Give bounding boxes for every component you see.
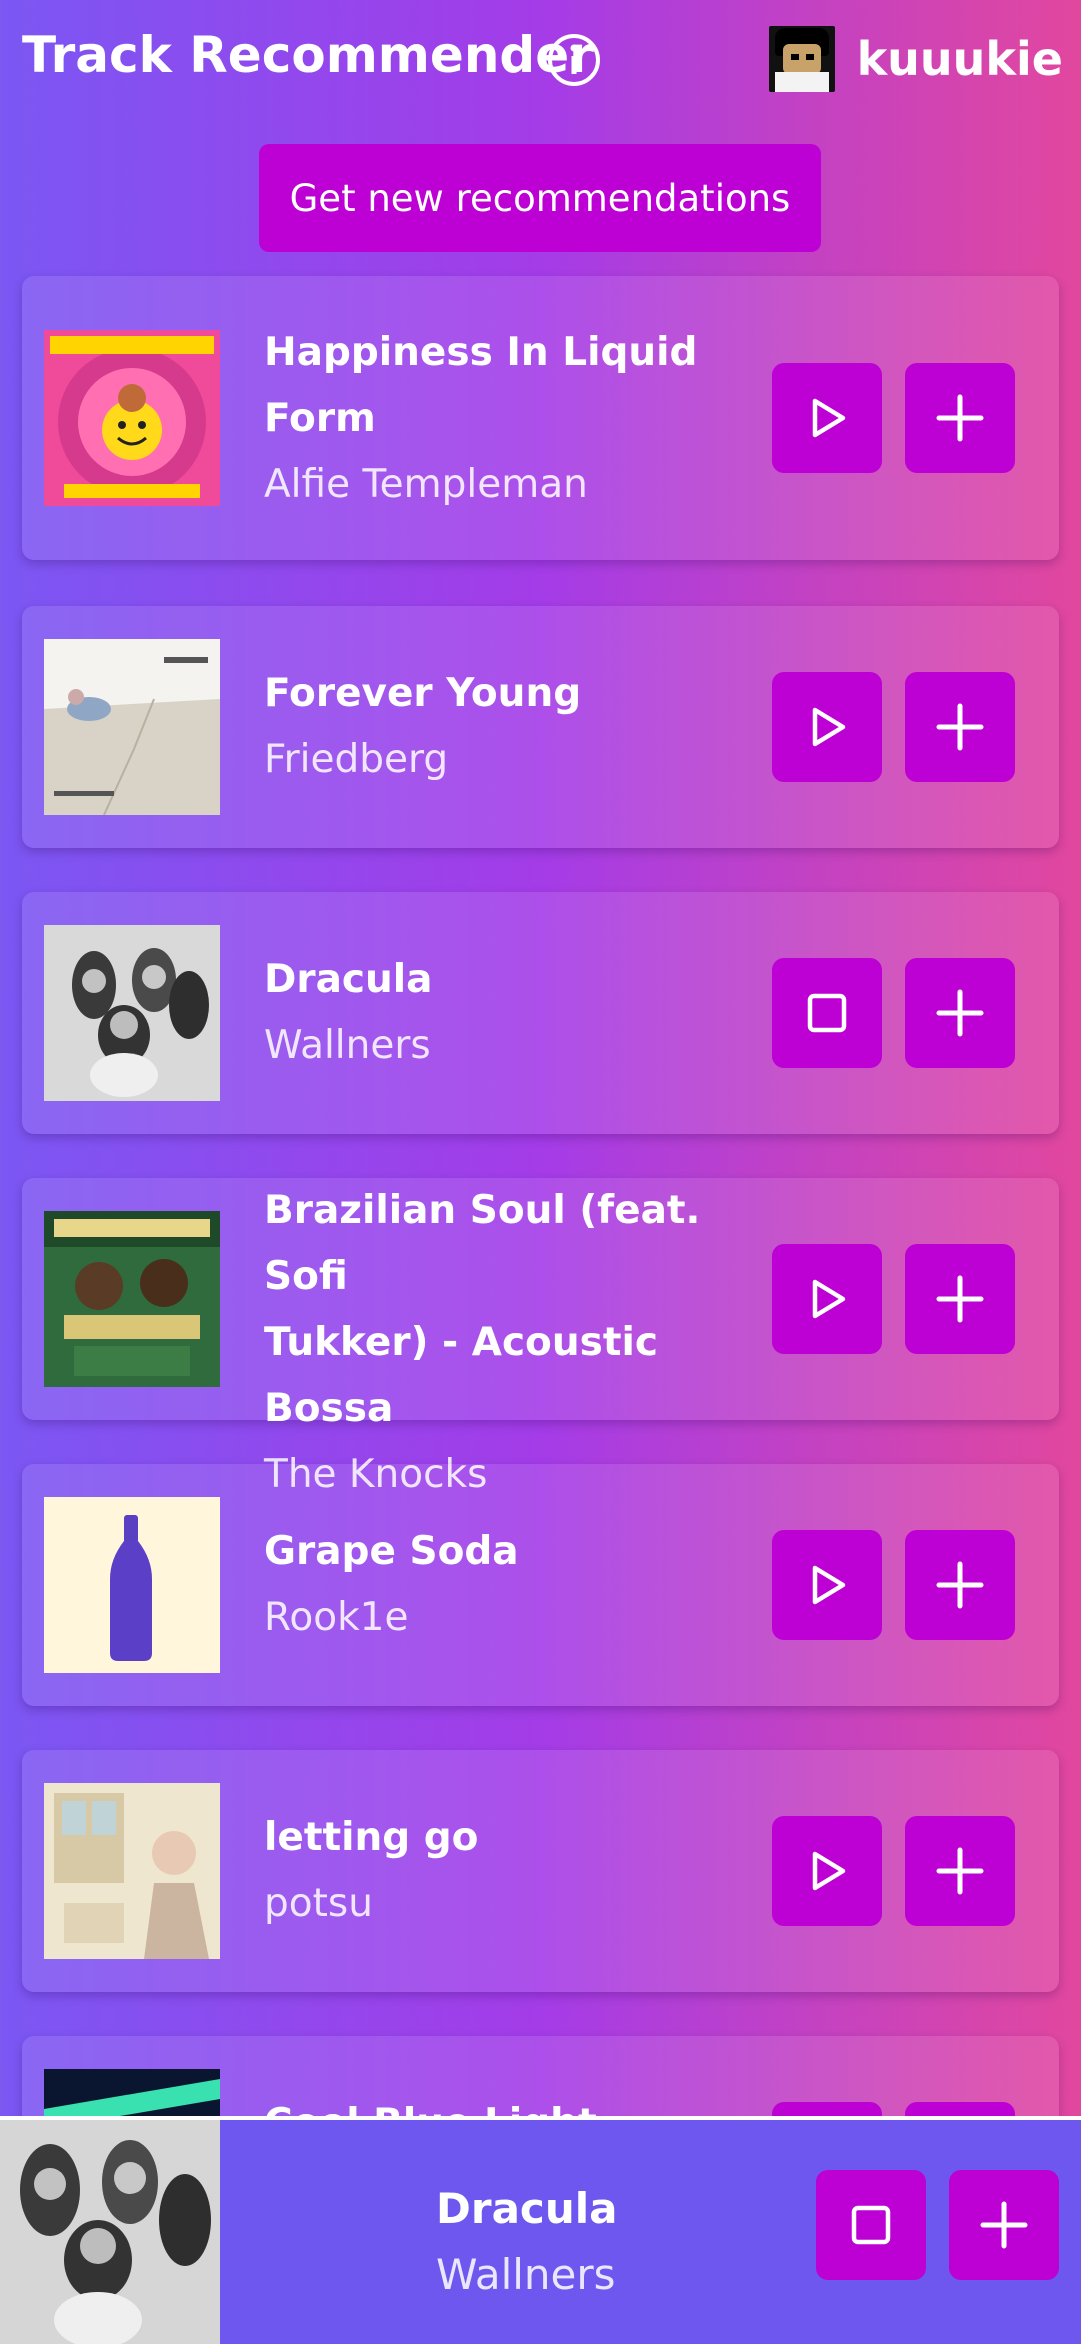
add-to-playlist-button[interactable]: [905, 363, 1015, 473]
plus-icon: [936, 989, 984, 1037]
plus-icon: [936, 703, 984, 751]
play-button[interactable]: [772, 1244, 882, 1354]
now-playing-add-button[interactable]: [949, 2170, 1059, 2280]
track-title: Dracula: [264, 957, 433, 1002]
track-card: Brazilian Soul (feat. Sofi Tukker) - Acou…: [22, 1178, 1059, 1497]
stop-icon: [851, 2205, 891, 2245]
track-card: Grape Soda Rook1e: [22, 1464, 1059, 1706]
track-info: Dracula Wallners: [264, 947, 770, 1079]
now-playing-title: Dracula: [436, 2184, 618, 2233]
add-to-playlist-button[interactable]: [905, 1816, 1015, 1926]
track-card: Happiness In Liquid Form Alfie Templeman: [22, 276, 1059, 560]
play-button[interactable]: [772, 363, 882, 473]
user-profile[interactable]: kuuukie: [768, 24, 1063, 94]
info-icon[interactable]: [546, 32, 602, 88]
track-card: Forever Young Friedberg: [22, 606, 1059, 848]
play-button[interactable]: [772, 1816, 882, 1926]
add-to-playlist-button[interactable]: [905, 958, 1015, 1068]
now-playing-artist: Wallners: [436, 2250, 616, 2299]
album-art: [44, 639, 220, 815]
plus-icon: [936, 394, 984, 442]
play-icon: [812, 1851, 846, 1891]
add-to-playlist-button[interactable]: [905, 1244, 1015, 1354]
play-icon: [812, 398, 846, 438]
plus-icon: [980, 2201, 1028, 2249]
plus-icon: [936, 1561, 984, 1609]
play-icon: [812, 707, 846, 747]
plus-icon: [936, 1847, 984, 1895]
avatar: [768, 26, 835, 92]
now-playing-album-art: [0, 2120, 220, 2344]
track-artist: potsu: [264, 1881, 373, 1926]
track-info: Happiness In Liquid Form Alfie Templeman: [264, 320, 770, 518]
track-title: Brazilian Soul (feat. Sofi Tukker) - Acou…: [264, 1188, 701, 1431]
album-art: [44, 1783, 220, 1959]
add-to-playlist-button[interactable]: [905, 1530, 1015, 1640]
track-artist: Alfie Templeman: [264, 462, 588, 507]
plus-icon: [936, 1275, 984, 1323]
username: kuuukie: [856, 32, 1063, 86]
now-playing-info: Dracula Wallners: [436, 2176, 796, 2308]
track-card: Dracula Wallners: [22, 892, 1059, 1134]
play-button[interactable]: [772, 672, 882, 782]
stop-icon: [807, 993, 847, 1033]
play-icon: [812, 1565, 846, 1605]
track-info: letting go potsu: [264, 1805, 770, 1937]
app-title: Track Recommender: [22, 26, 594, 84]
album-art: [44, 1497, 220, 1673]
track-info: Brazilian Soul (feat. Sofi Tukker) - Acou…: [264, 1178, 770, 1508]
track-title: Grape Soda: [264, 1529, 519, 1574]
app-header: Track Recommender kuuukie: [0, 0, 1081, 120]
track-title: Happiness In Liquid Form: [264, 330, 698, 441]
track-info: Grape Soda Rook1e: [264, 1519, 770, 1651]
play-button[interactable]: [772, 1530, 882, 1640]
album-art: [44, 925, 220, 1101]
track-title: Forever Young: [264, 671, 582, 716]
stop-button[interactable]: [772, 958, 882, 1068]
add-to-playlist-button[interactable]: [905, 672, 1015, 782]
now-playing-bar: Dracula Wallners: [0, 2116, 1081, 2344]
track-artist: Friedberg: [264, 737, 449, 782]
play-icon: [812, 1279, 846, 1319]
now-playing-stop-button[interactable]: [816, 2170, 926, 2280]
track-artist: Rook1e: [264, 1595, 409, 1640]
album-art: [44, 330, 220, 506]
track-card: letting go potsu: [22, 1750, 1059, 1992]
album-art: [44, 1211, 220, 1387]
track-title: letting go: [264, 1815, 479, 1860]
get-new-recommendations-button[interactable]: Get new recommendations: [259, 144, 821, 252]
track-info: Forever Young Friedberg: [264, 661, 770, 793]
track-artist: Wallners: [264, 1023, 431, 1068]
